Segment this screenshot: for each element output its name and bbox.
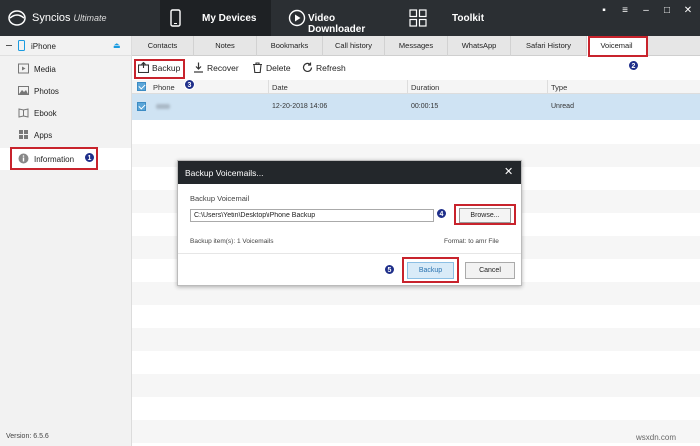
menu-icon[interactable]: ≡ bbox=[618, 4, 632, 18]
row-checkbox[interactable] bbox=[137, 102, 146, 111]
row-duration: 00:00:15 bbox=[411, 103, 439, 110]
step-badge-1: 1 bbox=[84, 152, 95, 163]
title-bar: Syncios Ultimate My Devices Video Downloa… bbox=[0, 0, 700, 36]
tab-messages[interactable]: Messages bbox=[385, 36, 448, 56]
syncios-logo-icon bbox=[8, 10, 26, 26]
sidebar-item-ebook[interactable]: Ebook bbox=[0, 102, 131, 124]
feedback-icon[interactable]: ▪ bbox=[597, 4, 611, 18]
eject-icon[interactable]: ⏏ bbox=[113, 41, 121, 50]
brand-name: Syncios bbox=[32, 12, 71, 24]
table-header: Phone Date Duration Type bbox=[132, 80, 700, 94]
header-duration[interactable]: Duration bbox=[411, 83, 439, 92]
grid-icon bbox=[409, 9, 427, 27]
header-type[interactable]: Type bbox=[551, 83, 567, 92]
nav-video-downloader[interactable]: Video Downloader bbox=[281, 0, 391, 36]
tab-whatsapp[interactable]: WhatsApp bbox=[448, 36, 511, 56]
sidebar: iPhone ⏏ Media Photos Ebook Apps Informa… bbox=[0, 36, 132, 446]
step-badge-2: 2 bbox=[628, 60, 639, 71]
recover-button-label: Recover bbox=[207, 63, 239, 73]
app-brand: Syncios Ultimate bbox=[32, 12, 107, 24]
highlight-voicemail-tab bbox=[588, 36, 648, 57]
step-badge-3: 3 bbox=[184, 79, 195, 90]
column-divider bbox=[268, 80, 269, 94]
recover-button[interactable]: Recover bbox=[193, 60, 243, 76]
delete-button-label: Delete bbox=[266, 63, 291, 73]
apps-icon bbox=[19, 130, 28, 139]
device-header[interactable]: iPhone ⏏ bbox=[0, 36, 131, 56]
step-badge-5: 5 bbox=[384, 264, 395, 275]
sidebar-item-photos[interactable]: Photos bbox=[0, 80, 131, 102]
refresh-icon bbox=[302, 62, 313, 72]
minimize-icon[interactable]: – bbox=[639, 4, 653, 18]
tab-call-history[interactable]: Call history bbox=[323, 36, 385, 56]
sidebar-item-label: Ebook bbox=[34, 109, 57, 118]
refresh-button[interactable]: Refresh bbox=[302, 60, 350, 76]
refresh-button-label: Refresh bbox=[316, 63, 346, 73]
watermark: wsxdn.com bbox=[636, 433, 677, 442]
tab-safari-history[interactable]: Safari History bbox=[511, 36, 587, 56]
close-icon[interactable]: ✕ bbox=[681, 4, 695, 18]
table-row[interactable]: 12-20-2018 14:06 00:00:15 Unread bbox=[132, 94, 700, 120]
column-divider bbox=[407, 80, 408, 94]
phone-number-redacted bbox=[156, 104, 170, 109]
dialog-title-bar: Backup Voicemails... ✕ bbox=[178, 161, 521, 184]
empty-row bbox=[132, 374, 700, 397]
phone-icon bbox=[170, 9, 181, 27]
tab-notes[interactable]: Notes bbox=[194, 36, 257, 56]
header-phone[interactable]: Phone bbox=[153, 83, 175, 92]
iphone-icon bbox=[18, 40, 25, 51]
select-all-checkbox[interactable] bbox=[137, 82, 146, 91]
recover-icon bbox=[194, 62, 203, 73]
empty-row bbox=[132, 328, 700, 351]
backup-format: Format: to amr File bbox=[444, 238, 499, 245]
empty-row bbox=[132, 420, 700, 443]
sidebar-item-label: Photos bbox=[34, 87, 59, 96]
sidebar-item-media[interactable]: Media bbox=[0, 58, 131, 80]
trash-icon bbox=[253, 62, 262, 73]
highlight-dialog-backup bbox=[402, 257, 459, 283]
column-divider bbox=[547, 80, 548, 94]
tab-contacts[interactable]: Contacts bbox=[132, 36, 194, 56]
dialog-close-icon[interactable]: ✕ bbox=[504, 165, 513, 178]
play-circle-icon bbox=[288, 9, 306, 27]
sidebar-item-label: Media bbox=[34, 65, 56, 74]
nav-toolkit[interactable]: Toolkit bbox=[403, 0, 488, 36]
sidebar-item-label: Apps bbox=[34, 131, 53, 140]
book-icon bbox=[18, 108, 29, 118]
nav-my-devices-label: My Devices bbox=[202, 13, 257, 24]
version-label: Version: 6.5.6 bbox=[6, 433, 49, 440]
collapse-icon[interactable] bbox=[6, 45, 12, 46]
device-name: iPhone bbox=[31, 42, 56, 51]
sidebar-item-apps[interactable]: Apps bbox=[0, 124, 131, 146]
dialog-subtitle: Backup Voicemail bbox=[190, 194, 250, 203]
tab-bookmarks[interactable]: Bookmarks bbox=[257, 36, 323, 56]
dialog-title: Backup Voicemails... bbox=[185, 168, 264, 178]
nav-video-downloader-label: Video Downloader bbox=[308, 13, 366, 35]
backup-path-input[interactable] bbox=[190, 209, 434, 222]
maximize-icon[interactable]: □ bbox=[660, 4, 674, 18]
row-type: Unread bbox=[551, 103, 574, 110]
highlight-backup-button bbox=[134, 59, 185, 79]
toolbar: Backup Recover Delete Refresh bbox=[132, 56, 700, 80]
header-date[interactable]: Date bbox=[272, 83, 288, 92]
step-badge-4: 4 bbox=[436, 208, 447, 219]
photos-icon bbox=[18, 86, 29, 95]
brand-edition: Ultimate bbox=[73, 13, 107, 23]
delete-button[interactable]: Delete bbox=[252, 60, 294, 76]
media-icon bbox=[18, 63, 29, 74]
dialog-cancel-button[interactable]: Cancel bbox=[465, 262, 515, 279]
dialog-divider bbox=[178, 253, 521, 254]
row-date: 12-20-2018 14:06 bbox=[272, 103, 328, 110]
backup-item-count: Backup item(s): 1 Voicemails bbox=[190, 238, 274, 245]
highlight-browse-button bbox=[454, 204, 516, 225]
nav-my-devices[interactable]: My Devices bbox=[160, 0, 271, 36]
nav-toolkit-label: Toolkit bbox=[452, 13, 485, 24]
